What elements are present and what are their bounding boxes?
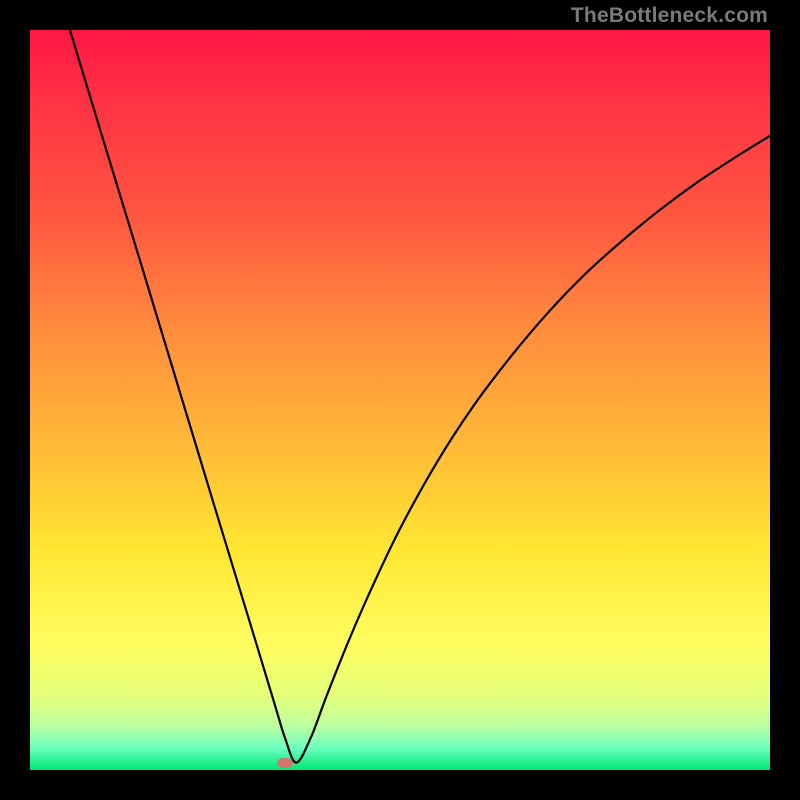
bottleneck-curve xyxy=(30,30,770,770)
plot-area xyxy=(30,30,770,770)
watermark-text: TheBottleneck.com xyxy=(571,4,768,28)
chart-frame: TheBottleneck.com xyxy=(0,0,800,800)
minimum-marker xyxy=(277,758,293,768)
